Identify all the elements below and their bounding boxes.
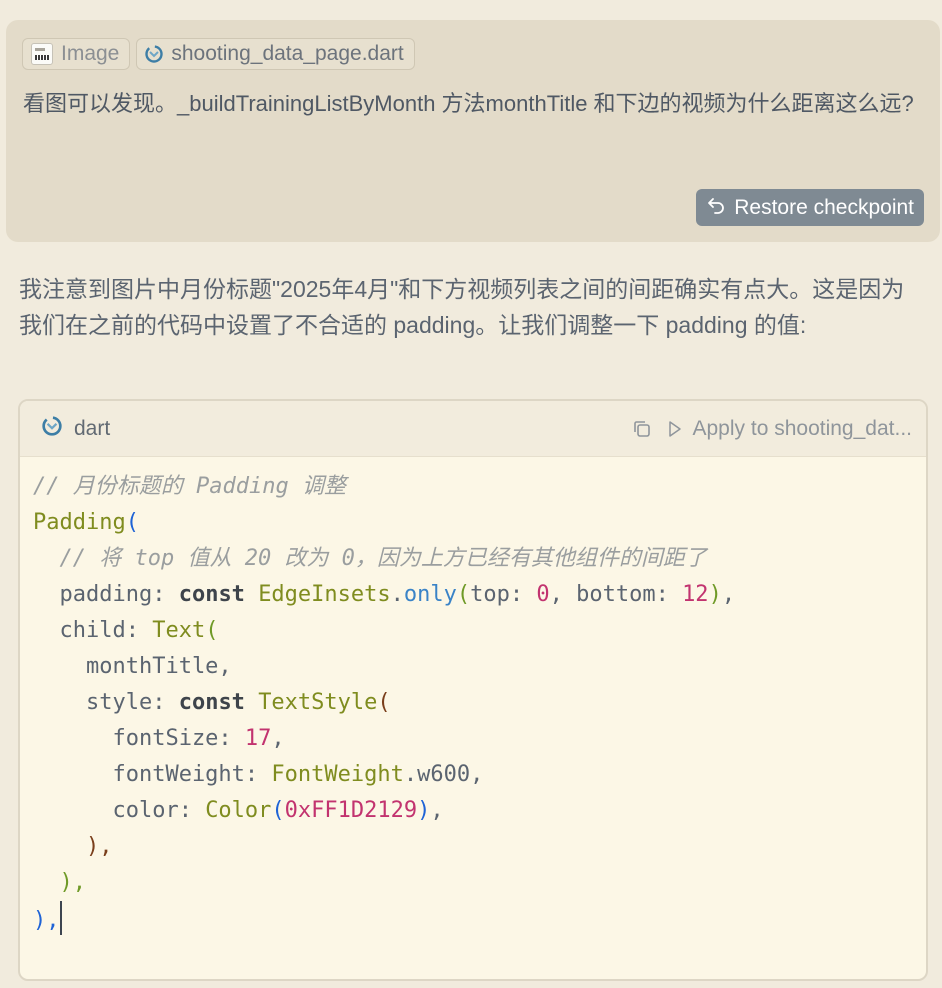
code-token: 17: [244, 726, 272, 751]
code-block-header: dart Apply to shooting_dat...: [20, 401, 926, 457]
copy-icon[interactable]: [631, 418, 653, 440]
code-line: ),: [33, 865, 926, 901]
code-line: Padding(: [33, 505, 926, 541]
code-language-label: dart: [74, 416, 111, 440]
code-token: .w600,: [403, 762, 484, 787]
code-actions: Apply to shooting_dat...: [631, 401, 913, 457]
code-token: only: [403, 582, 457, 607]
code-line: ),: [33, 829, 926, 865]
code-token: (: [125, 510, 139, 535]
code-token: color:: [33, 798, 206, 823]
dart-language-icon: [42, 415, 62, 442]
dart-file-icon: [145, 45, 164, 63]
code-body[interactable]: // 月份标题的 Padding 调整 Padding( // 将 top 值从 …: [20, 457, 926, 939]
code-block: dart Apply to shooting_dat... // 月份标题的 P…: [18, 399, 928, 981]
code-token: fontSize:: [33, 726, 245, 751]
code-token: EdgeInsets: [258, 582, 391, 607]
code-token: ),: [33, 908, 60, 933]
code-token: Padding: [33, 510, 126, 535]
undo-arrow-icon: [706, 195, 726, 221]
code-token: style:: [33, 690, 179, 715]
attachment-chips: Image shooting_data_page.dart: [22, 38, 415, 70]
code-token: const: [178, 690, 245, 715]
code-language: dart: [42, 415, 111, 442]
code-token: child:: [33, 618, 153, 643]
code-token: (: [205, 618, 219, 643]
code-token: fontWeight:: [33, 762, 272, 787]
code-token: Color: [205, 798, 272, 823]
code-token: ),: [33, 834, 113, 859]
apply-to-file-label: Apply to shooting_dat...: [692, 417, 913, 440]
attachment-chip-file[interactable]: shooting_data_page.dart: [136, 38, 415, 70]
code-token: top:: [470, 582, 537, 607]
code-token: (: [456, 582, 471, 607]
code-line: ),: [33, 901, 926, 939]
attachment-chip-label: Image: [61, 42, 120, 65]
restore-checkpoint-button[interactable]: Restore checkpoint: [696, 189, 924, 226]
code-token: (: [271, 798, 285, 823]
code-token: padding:: [33, 582, 179, 607]
code-line: child: Text(: [33, 613, 926, 649]
assistant-message-text: 我注意到图片中月份标题"2025年4月"和下方视频列表之间的间距确实有点大。这是…: [19, 276, 905, 338]
code-line: color: Color(0xFF1D2129),: [33, 793, 926, 829]
code-token: ,: [721, 582, 736, 607]
code-token: TextStyle: [258, 690, 378, 715]
code-line: monthTitle,: [33, 649, 926, 685]
code-line: fontSize: 17,: [33, 721, 926, 757]
code-token: 12: [682, 582, 709, 607]
code-token: const: [178, 582, 245, 607]
code-token: // 月份标题的 Padding 调整: [33, 474, 346, 499]
code-token: ): [417, 798, 431, 823]
user-message-text: 看图可以发现。_buildTrainingListByMonth 方法month…: [23, 91, 914, 116]
code-token: 0: [536, 582, 550, 607]
text-caret: [59, 901, 62, 935]
play-icon: [667, 420, 683, 438]
code-token: ,: [271, 726, 285, 751]
code-line: style: const TextStyle(: [33, 685, 926, 721]
image-thumbnail-icon: [31, 43, 53, 65]
code-token: // 将 top 值从 20 改为 0，因为上方已经有其他组件的间距了: [33, 546, 707, 571]
attachment-chip-image[interactable]: Image: [22, 38, 131, 70]
code-token: ,: [430, 798, 444, 823]
code-token: .: [390, 582, 404, 607]
code-line: fontWeight: FontWeight.w600,: [33, 757, 926, 793]
attachment-chip-label: shooting_data_page.dart: [171, 42, 404, 65]
code-token: (: [377, 690, 391, 715]
code-token: , bottom:: [549, 582, 683, 607]
code-line: // 月份标题的 Padding 调整: [33, 469, 926, 505]
code-line: padding: const EdgeInsets.only(top: 0, b…: [33, 577, 926, 613]
code-token: ): [708, 582, 722, 607]
user-message-card: Image shooting_data_page.dart 看图可以发现。_bu…: [6, 20, 940, 242]
apply-to-file-button[interactable]: Apply to shooting_dat...: [667, 417, 913, 441]
code-token: ),: [33, 870, 86, 895]
code-token: Text: [152, 618, 206, 643]
code-token: monthTitle,: [33, 654, 232, 679]
code-token: 0xFF1D2129: [284, 798, 418, 823]
code-line: // 将 top 值从 20 改为 0，因为上方已经有其他组件的间距了: [33, 541, 926, 577]
restore-checkpoint-label: Restore checkpoint: [734, 195, 914, 219]
code-token: FontWeight: [271, 762, 404, 787]
